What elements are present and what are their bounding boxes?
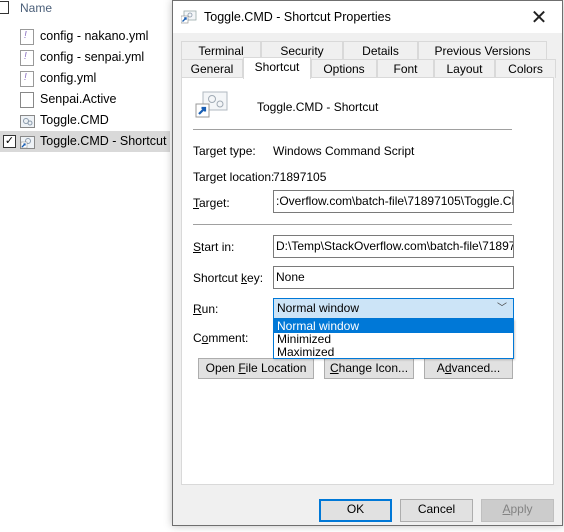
cancel-button[interactable]: Cancel	[400, 499, 473, 522]
shortcut-name: Toggle.CMD - Shortcut	[257, 100, 379, 114]
tab-row-top: Terminal Security Details Previous Versi…	[181, 41, 547, 60]
separator	[193, 129, 512, 130]
comment-label: Comment:	[193, 331, 249, 345]
file-item[interactable]: Senpai.Active	[0, 89, 170, 110]
blank-file-icon	[20, 92, 34, 108]
run-option-maximized[interactable]: Maximized	[274, 346, 513, 359]
tab-general[interactable]: General	[181, 59, 243, 78]
target-type-label: Target type:	[193, 144, 256, 158]
run-select[interactable]: Normal window ﹀	[273, 298, 514, 319]
tab-details[interactable]: Details	[343, 41, 418, 60]
open-file-location-button[interactable]: Open File Location	[198, 358, 314, 379]
start-in-input[interactable]: D:\Temp\StackOverflow.com\batch-file\718…	[273, 235, 514, 258]
advanced-button[interactable]: Advanced...	[424, 358, 513, 379]
target-type-value: Windows Command Script	[273, 144, 415, 158]
yml-file-icon	[20, 50, 34, 66]
target-input[interactable]: :Overflow.com\batch-file\71897105\Toggle…	[273, 190, 514, 213]
file-name: config.yml	[40, 71, 97, 85]
file-name: Toggle.CMD - Shortcut	[40, 134, 167, 148]
shortcut-key-input[interactable]: None	[273, 266, 514, 289]
select-all-checkbox[interactable]	[0, 1, 9, 14]
tab-colors[interactable]: Colors	[495, 59, 556, 78]
ok-button[interactable]: OK	[319, 499, 392, 522]
file-item[interactable]: config - senpai.yml	[0, 47, 170, 68]
yml-file-icon	[20, 29, 34, 45]
run-selected-value: Normal window	[277, 301, 360, 315]
dialog-title: Toggle.CMD - Shortcut Properties	[204, 10, 391, 24]
file-item[interactable]: config.yml	[0, 68, 170, 89]
file-name: Senpai.Active	[40, 92, 117, 106]
name-column-label: Name	[20, 1, 53, 15]
shortcut-key-label: Shortcut key:	[193, 271, 264, 285]
cmd-script-icon	[20, 115, 35, 128]
file-name: Toggle.CMD	[40, 113, 109, 127]
tab-font[interactable]: Font	[377, 59, 434, 78]
shortcut-app-icon	[180, 10, 197, 24]
file-checkbox[interactable]: ✓	[3, 135, 16, 148]
file-name: config - nakano.yml	[40, 29, 149, 43]
shortcut-icon	[20, 136, 35, 149]
run-dropdown-list: Normal window Minimized Maximized	[273, 319, 514, 359]
title-bar[interactable]: Toggle.CMD - Shortcut Properties ✕	[173, 1, 562, 33]
close-icon: ✕	[530, 6, 548, 29]
run-label: Run:	[193, 302, 219, 316]
start-in-label: Start in:	[193, 240, 235, 254]
apply-button[interactable]: Apply	[481, 499, 554, 522]
tab-shortcut[interactable]: Shortcut	[243, 57, 311, 79]
shortcut-large-icon	[195, 90, 229, 120]
tab-previous-versions[interactable]: Previous Versions	[418, 41, 547, 60]
tab-row-bottom: General Shortcut Options Font Layout Col…	[181, 57, 556, 79]
chevron-down-icon: ﹀	[497, 303, 507, 314]
file-item[interactable]: config - nakano.yml	[0, 26, 170, 47]
name-column-header[interactable]: Name	[0, 0, 200, 18]
yml-file-icon	[20, 71, 34, 87]
close-button[interactable]: ✕	[516, 1, 562, 33]
shortcut-tab-panel: Toggle.CMD - Shortcut Target type: Windo…	[181, 77, 554, 485]
tab-layout[interactable]: Layout	[434, 59, 495, 78]
tab-options[interactable]: Options	[311, 59, 377, 78]
separator	[193, 224, 512, 225]
file-item[interactable]: Toggle.CMD	[0, 110, 170, 131]
change-icon-button[interactable]: Change Icon...	[324, 358, 414, 379]
file-name: config - senpai.yml	[40, 50, 145, 64]
file-item-selected[interactable]: ✓ Toggle.CMD - Shortcut	[0, 131, 170, 152]
target-location-label: Target location:	[193, 170, 275, 184]
shortcut-properties-dialog: Toggle.CMD - Shortcut Properties ✕ Termi…	[172, 0, 563, 526]
target-label: Target:	[193, 196, 230, 210]
target-location-value: 71897105	[273, 170, 327, 184]
